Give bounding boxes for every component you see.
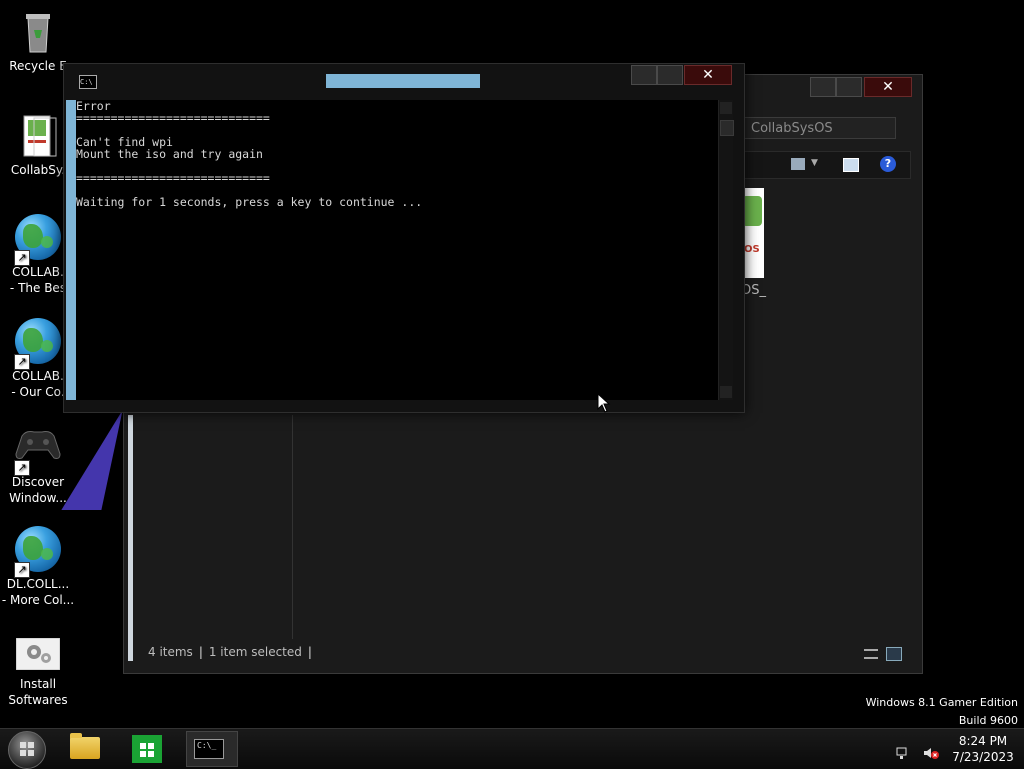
taskbar: C:\_ 8:24 PM 7/23/2023	[0, 728, 1024, 769]
details-view-icon[interactable]	[864, 648, 878, 659]
vertical-scrollbar[interactable]	[718, 100, 734, 400]
windows-logo-icon	[20, 742, 34, 756]
large-icons-view-icon[interactable]	[886, 646, 902, 661]
globe-icon: ↗	[14, 318, 62, 370]
title-bar[interactable]: C:\ ✕	[64, 64, 744, 100]
desktop-icon-install-softwares[interactable]: Install Softwares	[0, 637, 76, 708]
gear-icon	[14, 637, 62, 674]
recycle-bin-icon	[14, 8, 62, 56]
search-input[interactable]: CollabSysOS	[744, 117, 896, 139]
clock[interactable]: 8:24 PM 7/23/2023	[948, 733, 1018, 765]
edition-text: Windows 8.1 Gamer Edition	[865, 696, 1018, 709]
chevron-down-icon[interactable]: ▼	[811, 158, 825, 170]
close-button[interactable]: ✕	[864, 77, 912, 97]
close-button[interactable]: ✕	[684, 65, 732, 85]
maximize-button[interactable]	[836, 77, 862, 97]
console-left-edge	[66, 100, 76, 400]
shortcut-arrow-icon: ↗	[14, 460, 30, 476]
taskbar-file-explorer[interactable]	[62, 731, 108, 767]
window-title	[326, 74, 480, 88]
navigation-pane-edge	[128, 415, 133, 661]
shortcut-arrow-icon: ↗	[14, 562, 30, 578]
minimize-button[interactable]	[631, 65, 657, 85]
document-icon	[14, 112, 62, 160]
scroll-thumb[interactable]	[720, 120, 734, 136]
cmd-icon: C:\	[79, 75, 97, 89]
system-tray	[896, 741, 945, 760]
shortcut-arrow-icon: ↗	[14, 354, 30, 370]
command-prompt-window[interactable]: C:\ ✕ Error ============================…	[63, 63, 745, 413]
taskbar-windows-store[interactable]	[124, 731, 170, 767]
cmd-icon: C:\_	[194, 739, 224, 759]
volume-muted-icon[interactable]	[923, 745, 940, 759]
item-count: 4 items	[148, 645, 193, 659]
globe-icon: ↗	[14, 526, 62, 578]
gamepad-icon: ↗	[14, 424, 62, 476]
help-icon[interactable]: ?	[880, 156, 896, 172]
start-button[interactable]	[8, 731, 46, 769]
pane-divider[interactable]	[292, 415, 293, 639]
folder-icon	[70, 733, 100, 759]
clock-date: 7/23/2023	[952, 750, 1014, 764]
scroll-down-button[interactable]	[720, 386, 732, 398]
shortcut-arrow-icon: ↗	[14, 250, 30, 266]
selection-count: 1 item selected	[208, 645, 302, 659]
status-bar: 4 items | 1 item selected |	[148, 645, 312, 659]
scroll-up-button[interactable]	[720, 102, 732, 114]
store-icon	[132, 735, 162, 763]
clock-time: 8:24 PM	[958, 734, 1008, 748]
explorer-toolbar: ▼ ?	[734, 151, 911, 179]
minimize-button[interactable]	[810, 77, 836, 97]
desktop-icon-label: Install Softwares	[8, 677, 68, 707]
taskbar-command-prompt[interactable]: C:\_	[186, 731, 238, 767]
change-view-icon[interactable]	[791, 158, 805, 170]
os-watermark: Windows 8.1 Gamer Edition Build 9600	[866, 694, 1018, 730]
desktop-icon-label: DL.COLL... - More Col...	[1, 577, 75, 607]
preview-pane-icon[interactable]	[843, 158, 859, 172]
maximize-button[interactable]	[657, 65, 683, 85]
desktop-icon-dl-collab[interactable]: ↗ DL.COLL... - More Col...	[0, 526, 76, 608]
console-output: Error ============================ Can't…	[76, 99, 423, 209]
network-icon[interactable]	[896, 745, 910, 759]
globe-icon: ↗	[14, 214, 62, 266]
view-buttons	[864, 643, 910, 662]
